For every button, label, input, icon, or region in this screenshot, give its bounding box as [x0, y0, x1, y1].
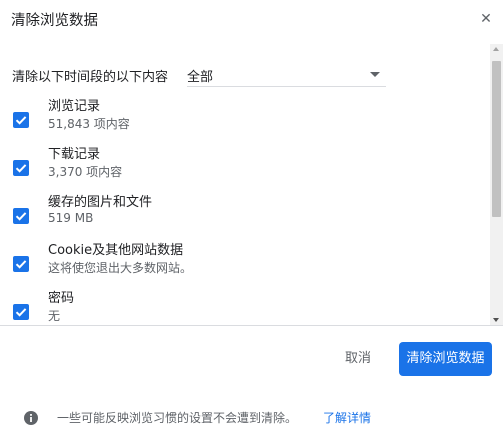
- checkmark-icon: [15, 164, 27, 173]
- item-detail: 这将使您退出大多数网站。: [48, 261, 193, 275]
- list-item-passwords: 密码 无: [0, 287, 490, 323]
- history-checkbox[interactable]: [13, 112, 29, 128]
- item-detail: 51,843 项内容: [48, 117, 130, 131]
- downloads-checkbox[interactable]: [13, 160, 29, 176]
- data-type-list: 浏览记录 51,843 项内容 下载记录 3,370 项内容 缓存的图片和文件 …: [0, 95, 490, 323]
- passwords-checkbox[interactable]: [13, 304, 29, 320]
- time-range-value: 全部: [187, 70, 214, 85]
- item-label: Cookie及其他网站数据: [48, 243, 184, 258]
- checkmark-icon: [15, 308, 27, 317]
- item-label: 下载记录: [48, 147, 101, 162]
- list-scrollbar[interactable]: [490, 44, 503, 325]
- scrollbar-thumb[interactable]: [492, 61, 501, 217]
- item-detail: 3,370 项内容: [48, 165, 123, 179]
- clear-data-button[interactable]: 清除浏览数据: [399, 342, 492, 376]
- list-item-history: 浏览记录 51,843 项内容: [0, 95, 490, 143]
- checkmark-icon: [15, 212, 27, 221]
- time-range-select[interactable]: 全部: [187, 62, 386, 87]
- time-range-label: 清除以下时间段的以下内容: [12, 70, 169, 85]
- item-detail: 无: [48, 309, 61, 323]
- footer-note: 一些可能反映浏览习惯的设置不会遭到清除。: [57, 411, 298, 425]
- list-item-downloads: 下载记录 3,370 项内容: [0, 143, 490, 191]
- learn-more-link[interactable]: 了解详情: [323, 409, 371, 426]
- item-label: 缓存的图片和文件: [48, 195, 153, 210]
- dropdown-arrow-icon: [370, 72, 380, 77]
- cookies-checkbox[interactable]: [13, 256, 29, 272]
- checkmark-icon: [15, 116, 27, 125]
- clear-browsing-data-dialog: 清除浏览数据 ✕ 清除以下时间段的以下内容 全部 浏览记录 51,843 项内容…: [0, 0, 503, 440]
- item-label: 浏览记录: [48, 99, 101, 114]
- list-item-cache: 缓存的图片和文件 519 MB: [0, 191, 490, 239]
- dialog-title: 清除浏览数据: [11, 13, 98, 29]
- item-label: 密码: [48, 291, 75, 306]
- cancel-button[interactable]: 取消: [330, 343, 386, 375]
- scroll-up-arrow-icon[interactable]: [493, 47, 499, 51]
- list-item-cookies: Cookie及其他网站数据 这将使您退出大多数网站。: [0, 239, 490, 287]
- info-icon: [24, 411, 38, 425]
- checkmark-icon: [15, 260, 27, 269]
- scroll-down-arrow-icon[interactable]: [493, 318, 499, 322]
- cache-checkbox[interactable]: [13, 208, 29, 224]
- item-detail: 519 MB: [48, 211, 94, 225]
- footer-divider: [0, 325, 503, 326]
- close-icon[interactable]: ✕: [478, 11, 494, 27]
